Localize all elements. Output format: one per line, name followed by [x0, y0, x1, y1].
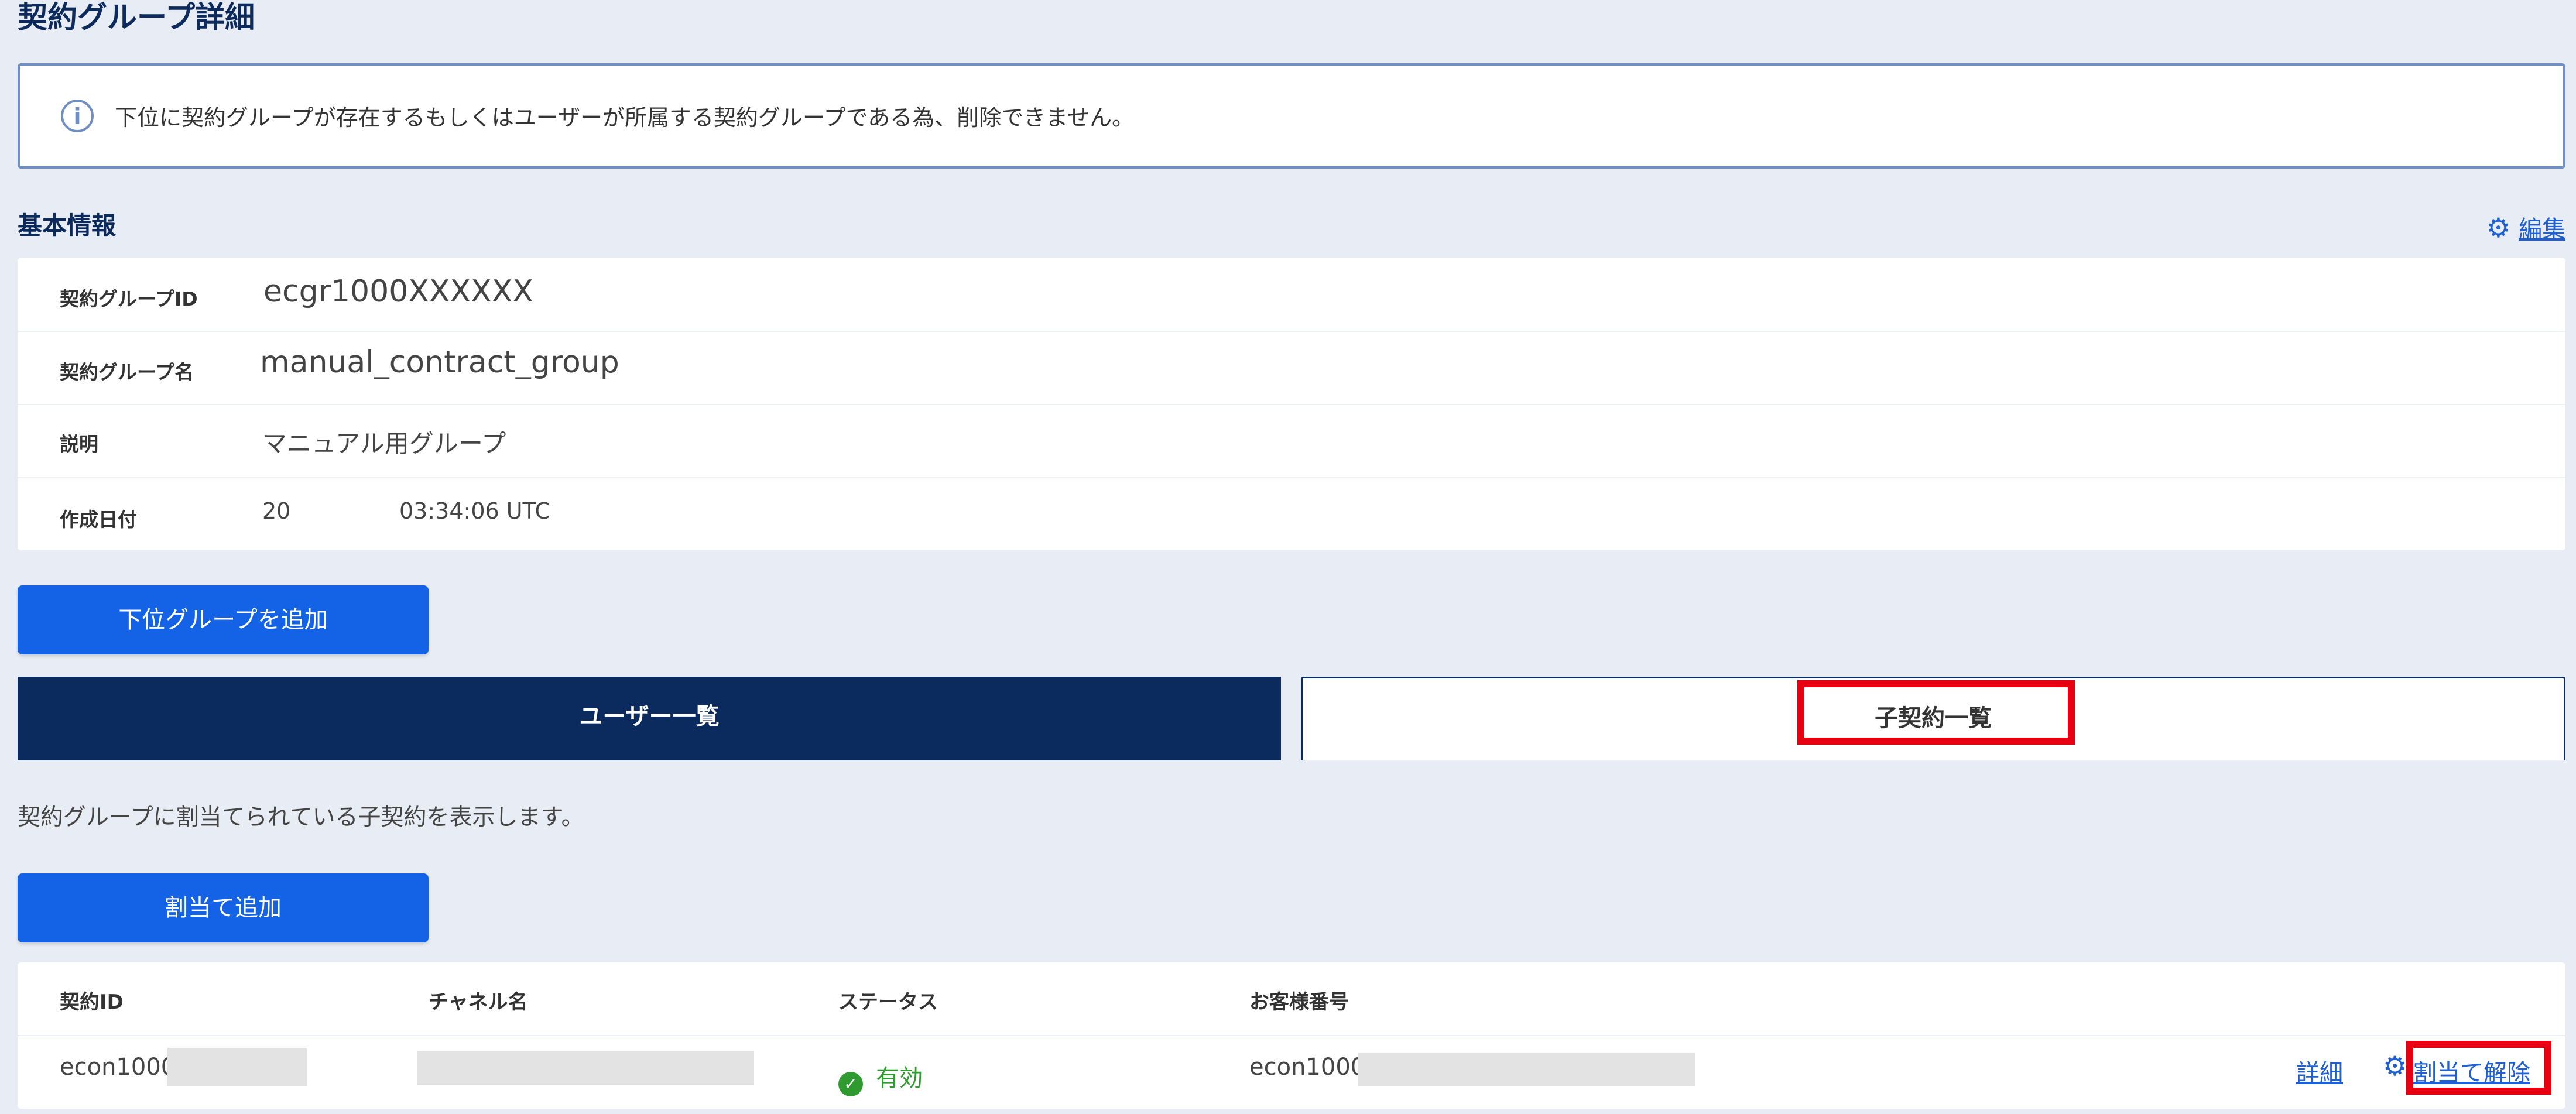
- status-cell: ✓ 有効: [838, 1059, 923, 1096]
- redacted-block: [167, 1048, 307, 1086]
- edit-label: 編集: [2519, 216, 2565, 243]
- info-value: マニュアル用グループ: [262, 429, 506, 458]
- contract-id-cell: econ1000: [60, 1054, 176, 1081]
- tab-users[interactable]: ユーザー一覧: [18, 677, 1281, 760]
- child-contracts-description: 契約グループに割当てられている子契約を表示します。: [18, 804, 584, 831]
- check-circle-icon: ✓: [838, 1072, 863, 1096]
- created-time: 03:34:06 UTC: [399, 498, 551, 524]
- basic-info-title: 基本情報: [18, 211, 117, 240]
- customer-number-cell: econ1000: [1249, 1054, 1366, 1081]
- column-header-status: ステータス: [838, 990, 938, 1014]
- info-label: 契約グループ名: [60, 361, 194, 383]
- highlight-box-tab: [1797, 680, 2075, 745]
- page-title: 契約グループ詳細: [18, 1, 255, 35]
- add-subgroup-button[interactable]: 下位グループを追加: [18, 585, 429, 654]
- redacted-block: [417, 1051, 754, 1085]
- basic-info-table: 契約グループID ecgr1000XXXXXX 契約グループ名 manual_c…: [18, 258, 2565, 550]
- info-row-description: 説明 マニュアル用グループ: [18, 404, 2565, 478]
- gear-icon: ⚙: [2486, 212, 2510, 244]
- info-row-contract-group-name: 契約グループ名 manual_contract_group: [18, 331, 2565, 405]
- child-contracts-table: 契約ID チャネル名 ステータス お客様番号 econ1000 ✓ 有効 econ…: [18, 962, 2565, 1109]
- notice-box: i 下位に契約グループが存在するもしくはユーザーが所属する契約グループである為、…: [18, 63, 2565, 169]
- column-header-customer-number: お客様番号: [1249, 990, 1349, 1014]
- notice-text: 下位に契約グループが存在するもしくはユーザーが所属する契約グループである為、削除…: [115, 105, 1135, 131]
- info-label: 作成日付: [60, 508, 137, 531]
- info-icon: i: [61, 100, 94, 132]
- gear-icon: ⚙: [2383, 1050, 2407, 1082]
- redacted-block: [1358, 1053, 1695, 1086]
- highlight-box-unassign: [2406, 1041, 2551, 1095]
- column-header-contract-id: 契約ID: [60, 990, 124, 1014]
- info-label: 契約グループID: [60, 287, 198, 310]
- detail-link[interactable]: 詳細: [2296, 1054, 2343, 1088]
- status-label: 有効: [876, 1065, 923, 1092]
- add-assignment-button[interactable]: 割当て追加: [18, 873, 429, 942]
- info-row-created-date: 作成日付 20 03:34:06 UTC: [18, 477, 2565, 550]
- table-header: 契約ID チャネル名 ステータス お客様番号: [18, 962, 2565, 1036]
- created-date: 20: [262, 498, 291, 524]
- info-row-contract-group-id: 契約グループID ecgr1000XXXXXX: [18, 258, 2565, 332]
- column-header-channel-name: チャネル名: [429, 990, 528, 1014]
- info-value: ecgr1000XXXXXX: [263, 274, 534, 309]
- info-label: 説明: [60, 433, 98, 455]
- info-value: manual_contract_group: [260, 345, 619, 380]
- edit-link[interactable]: ⚙ 編集: [2486, 212, 2565, 245]
